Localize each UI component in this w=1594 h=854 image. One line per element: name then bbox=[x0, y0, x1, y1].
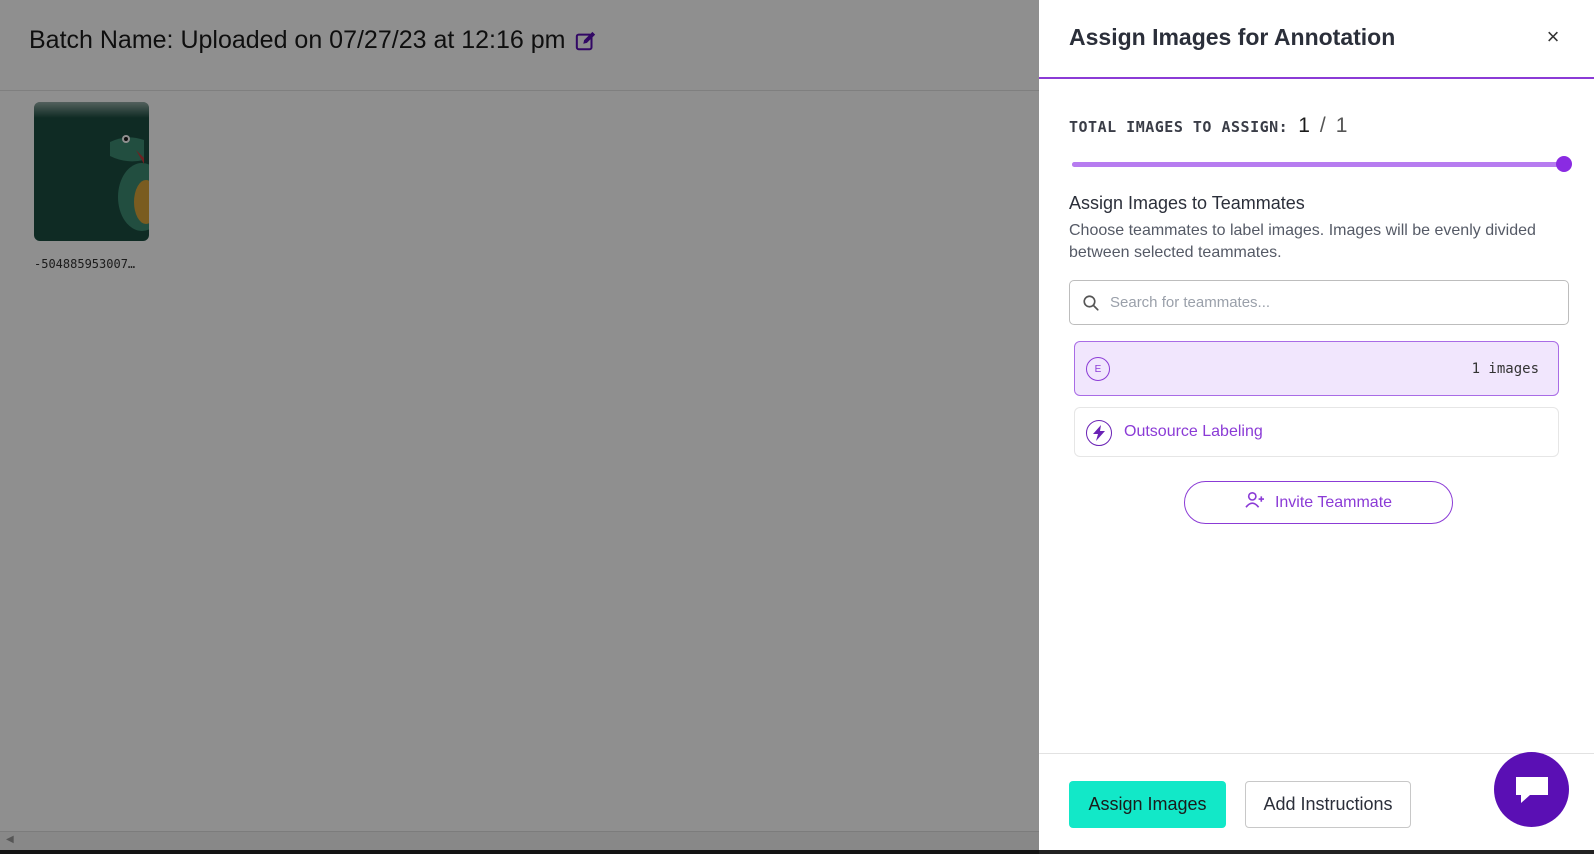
total-images-row: TOTAL IMAGES TO ASSIGN: 1 / 1 bbox=[1069, 114, 1347, 138]
assign-heading: Assign Images to Teammates bbox=[1069, 193, 1305, 213]
modal-overlay[interactable] bbox=[0, 0, 1039, 854]
add-instructions-button[interactable]: Add Instructions bbox=[1245, 781, 1411, 828]
search-icon bbox=[1082, 294, 1100, 312]
assign-panel: Assign Images for Annotation × TOTAL IMA… bbox=[1039, 0, 1594, 850]
outsource-label: Outsource Labeling bbox=[1124, 423, 1263, 440]
slider-fill bbox=[1072, 162, 1564, 167]
assign-images-button[interactable]: Assign Images bbox=[1069, 781, 1226, 828]
chat-icon bbox=[1515, 776, 1548, 803]
panel-title: Assign Images for Annotation bbox=[1069, 24, 1396, 50]
images-slider[interactable] bbox=[1072, 156, 1572, 172]
total-images-label: TOTAL IMAGES TO ASSIGN: bbox=[1069, 118, 1289, 136]
bolt-icon bbox=[1086, 420, 1112, 446]
assign-description: Choose teammates to label images. Images… bbox=[1069, 222, 1536, 261]
close-icon[interactable]: × bbox=[1542, 26, 1564, 48]
invite-teammate-button[interactable]: Invite Teammate bbox=[1184, 481, 1453, 524]
chat-button[interactable] bbox=[1494, 752, 1569, 827]
teammate-search[interactable] bbox=[1069, 280, 1569, 325]
teammate-row[interactable]: E 1 images bbox=[1074, 341, 1559, 396]
search-input[interactable] bbox=[1110, 294, 1550, 311]
add-user-icon bbox=[1245, 491, 1265, 514]
total-images-separator: / bbox=[1319, 114, 1326, 137]
panel-header: Assign Images for Annotation × bbox=[1039, 0, 1594, 79]
slider-handle[interactable] bbox=[1556, 156, 1572, 172]
total-images-count: 1 bbox=[1298, 114, 1310, 137]
avatar: E bbox=[1086, 357, 1110, 381]
teammate-image-count: 1 images bbox=[1471, 361, 1539, 377]
invite-teammate-label: Invite Teammate bbox=[1274, 493, 1393, 511]
outsource-labeling-option[interactable]: Outsource Labeling bbox=[1074, 407, 1559, 457]
total-images-max: 1 bbox=[1335, 114, 1348, 137]
